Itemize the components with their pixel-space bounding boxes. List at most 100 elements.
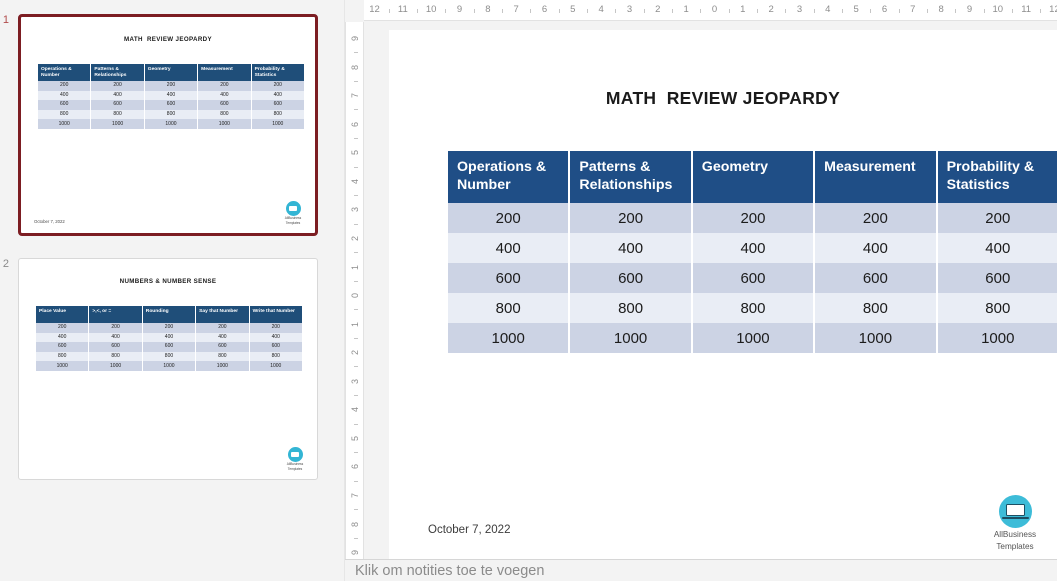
table-cell[interactable]: 200 <box>692 203 814 233</box>
table-cell[interactable]: 600 <box>815 263 936 293</box>
ruler-tick-label: 12 <box>369 4 380 15</box>
table-cell: 600 <box>196 342 249 352</box>
ruler-minor-tick <box>1011 9 1013 13</box>
table-cell: 1000 <box>249 361 302 371</box>
thumbnail-frame[interactable]: MATH REVIEW JEOPARDY Operations & Number P… <box>18 14 318 236</box>
table-cell: 400 <box>91 90 144 101</box>
table-column-header[interactable]: Operations & Number <box>448 151 569 203</box>
table-cell[interactable]: 200 <box>815 203 936 233</box>
table-column-header[interactable]: Measurement <box>815 151 936 203</box>
table-cell: 800 <box>36 351 89 362</box>
table-cell[interactable]: 400 <box>448 233 569 263</box>
ruler-tick-label: 11 <box>397 4 408 15</box>
table-cell: 200 <box>36 323 89 333</box>
ruler-minor-tick <box>354 80 358 82</box>
notes-pane[interactable]: Klik om notities toe te voegen <box>345 559 1057 581</box>
table-cell[interactable]: 400 <box>692 233 814 263</box>
table-cell: 600 <box>91 100 144 110</box>
table-cell[interactable]: 600 <box>692 263 814 293</box>
table-cell: 800 <box>38 109 91 120</box>
table-cell: 200 <box>144 81 198 91</box>
ruler-tick-label: 3 <box>796 4 803 15</box>
ruler-tick-label: 3 <box>350 378 360 384</box>
table-cell[interactable]: 200 <box>570 203 691 233</box>
ruler-tick-label: 4 <box>350 407 360 413</box>
table-cell: 1000 <box>144 119 198 129</box>
table-column-header[interactable]: Geometry <box>692 151 814 203</box>
table-cell: 200 <box>198 81 251 91</box>
jeopardy-category-table[interactable]: Operations & Number Patterns & Relationsh… <box>446 151 1057 353</box>
table-row: 200 200 200 200 200 <box>38 81 304 91</box>
table-cell[interactable]: 600 <box>448 263 569 293</box>
slide-title[interactable]: MATH REVIEW JEOPARDY <box>389 88 1057 109</box>
table-cell[interactable]: 1000 <box>570 323 691 353</box>
thumbnail-frame[interactable]: NUMBERS & NUMBER SENSE Place Value >,<, or… <box>18 258 318 480</box>
panel-divider[interactable] <box>333 0 345 581</box>
table-cell[interactable]: 200 <box>937 203 1057 233</box>
table-cell[interactable]: 800 <box>448 293 569 323</box>
table-cell[interactable]: 800 <box>692 293 814 323</box>
ruler-tick-label: 1 <box>350 264 360 270</box>
table-cell[interactable]: 800 <box>937 293 1057 323</box>
table-cell[interactable]: 800 <box>570 293 691 323</box>
table-cell: 1000 <box>251 119 304 129</box>
ruler-minor-tick <box>983 9 985 13</box>
slide-canvas[interactable]: MATH REVIEW JEOPARDY Operations & Number… <box>389 30 1057 559</box>
table-row[interactable]: 800 800 800 800 800 <box>448 293 1057 323</box>
table-cell: 1000 <box>198 119 251 129</box>
ruler-tick-label: 8 <box>485 4 491 15</box>
ruler-tick-label: 5 <box>350 150 360 156</box>
table-cell[interactable]: 600 <box>937 263 1057 293</box>
ruler-minor-tick <box>354 52 358 54</box>
ruler-minor-tick <box>354 480 358 482</box>
ruler-tick-label: 4 <box>598 4 604 15</box>
table-column-header[interactable]: Patterns & Relationships <box>570 151 691 203</box>
ruler-minor-tick <box>558 9 560 13</box>
table-cell: 400 <box>89 332 142 343</box>
table-cell[interactable]: 600 <box>570 263 691 293</box>
notes-placeholder[interactable]: Klik om notities toe te voegen <box>355 563 544 579</box>
table-column-header: >,<, or = <box>89 306 142 323</box>
ruler-tick-label: 6 <box>350 121 360 127</box>
ruler-minor-tick <box>643 9 645 13</box>
ruler-tick-label: 4 <box>350 178 360 184</box>
ruler-minor-tick <box>354 223 358 225</box>
table-cell[interactable]: 1000 <box>448 323 569 353</box>
ruler-tick-label: 1 <box>683 4 689 15</box>
table-cell[interactable]: 200 <box>448 203 569 233</box>
slide-date[interactable]: October 7, 2022 <box>428 524 510 536</box>
table-cell[interactable]: 400 <box>937 233 1057 263</box>
thumbnail-title: MATH REVIEW JEOPARDY <box>124 36 212 43</box>
table-cell[interactable]: 800 <box>815 293 936 323</box>
table-cell: 200 <box>251 81 304 91</box>
table-cell[interactable]: 1000 <box>692 323 814 353</box>
slide-editor-area[interactable]: MATH REVIEW JEOPARDY Operations & Number… <box>364 21 1057 559</box>
slide-thumbnail-panel[interactable]: 1 MATH REVIEW JEOPARDY Operations & Number… <box>0 0 333 581</box>
table-header-row: Operations & Number Patterns & Relationsh… <box>38 64 304 81</box>
table-cell[interactable]: 1000 <box>815 323 936 353</box>
table-cell[interactable]: 1000 <box>937 323 1057 353</box>
table-row[interactable]: 200 200 200 200 200 <box>448 203 1057 233</box>
logo-line-2: Templates <box>996 541 1034 551</box>
laptop-icon <box>285 201 301 217</box>
ruler-tick-label: 0 <box>350 293 360 299</box>
ruler-minor-tick <box>354 280 358 282</box>
table-column-header[interactable]: Probability & Statistics <box>937 151 1057 203</box>
thumbnail-number: 2 <box>2 258 9 270</box>
table-row[interactable]: 400 400 400 400 400 <box>448 233 1057 263</box>
table-column-header: Write that Number <box>249 306 302 323</box>
ruler-tick-label: 6 <box>881 4 888 15</box>
ruler-minor-tick <box>354 195 358 197</box>
table-row[interactable]: 600 600 600 600 600 <box>448 263 1057 293</box>
ruler-minor-tick <box>354 509 358 511</box>
table-cell: 400 <box>249 332 302 343</box>
table-cell: 800 <box>89 351 142 362</box>
ruler-minor-tick <box>587 9 588 13</box>
ruler-minor-tick <box>1040 9 1042 13</box>
table-row[interactable]: 1000 1000 1000 1000 1000 <box>448 323 1057 353</box>
ruler-tick-label: 9 <box>966 4 973 15</box>
table-cell[interactable]: 400 <box>570 233 691 263</box>
table-row: 800 800 800 800 800 <box>38 109 304 120</box>
table-cell: 1000 <box>89 361 142 371</box>
table-cell[interactable]: 400 <box>815 233 936 263</box>
